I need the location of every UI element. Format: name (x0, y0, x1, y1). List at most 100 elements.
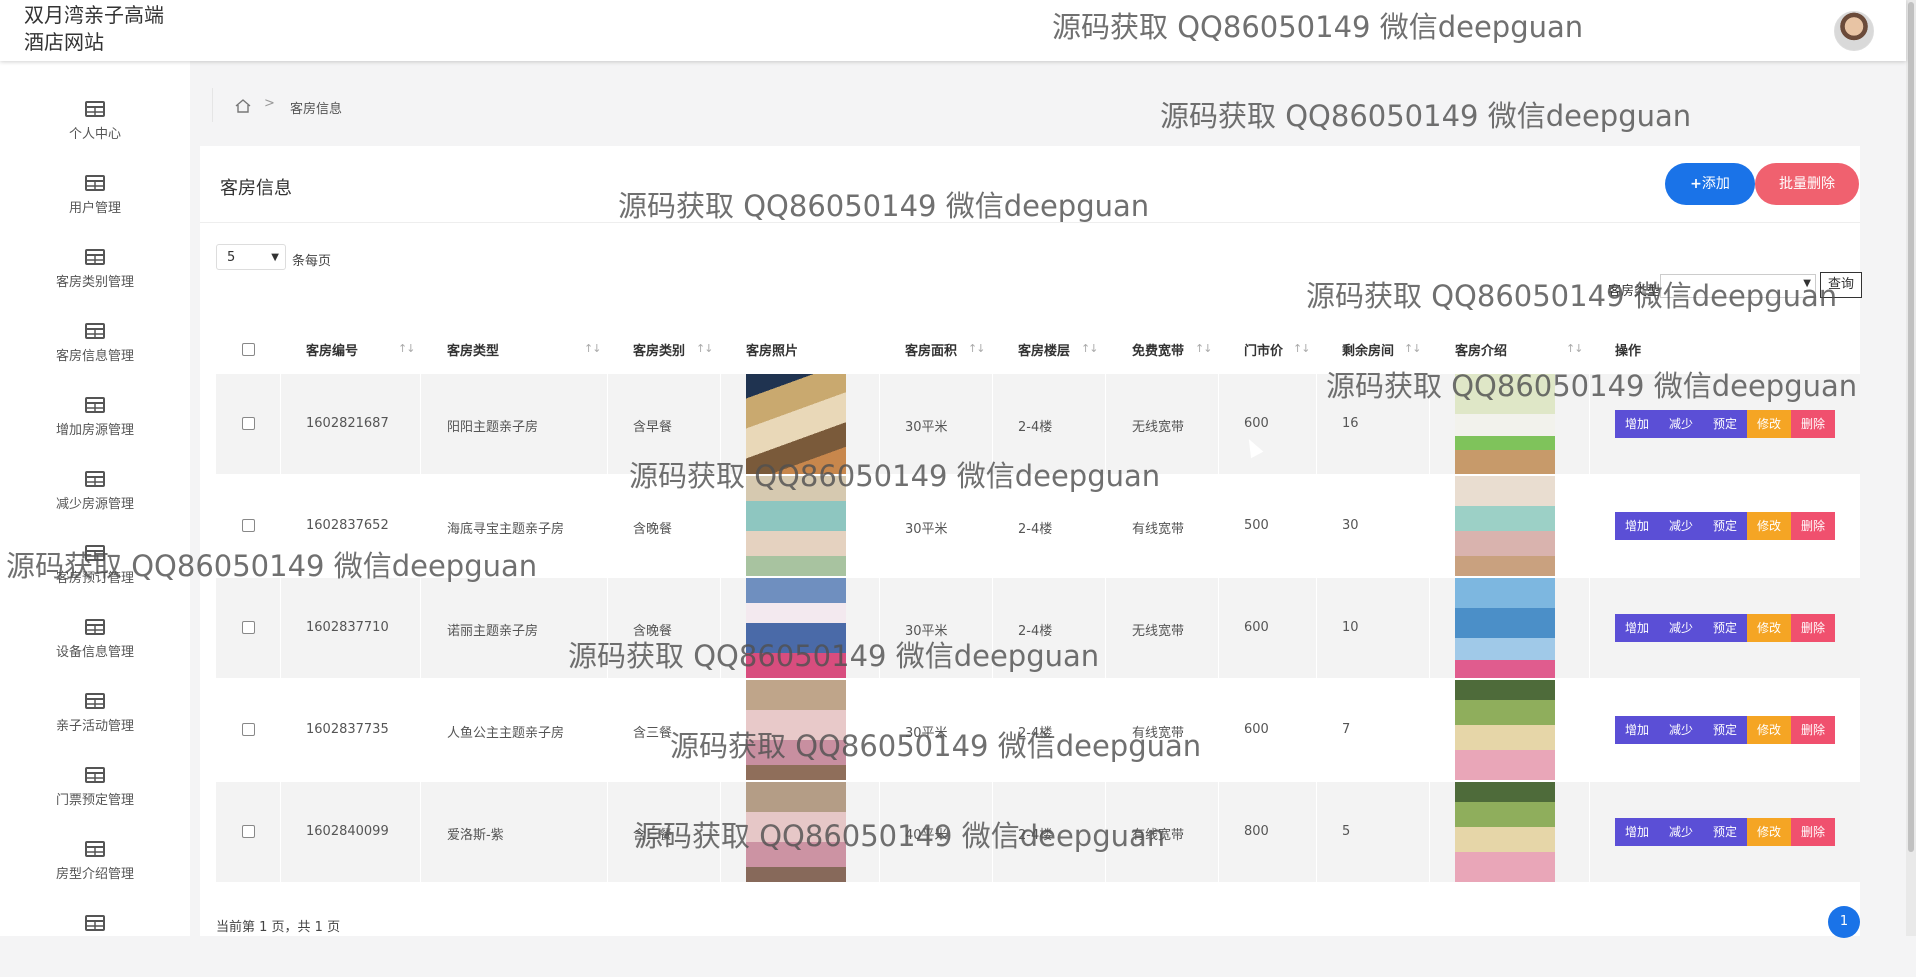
room-type: 阳阳主题亲子房 (447, 420, 539, 435)
column-divider (1316, 782, 1317, 882)
row-checkbox[interactable] (242, 621, 255, 634)
edit-button[interactable]: 修改 (1747, 614, 1791, 642)
room-intro-photo[interactable] (1455, 578, 1555, 678)
row-checkbox[interactable] (242, 825, 255, 838)
row-checkbox[interactable] (242, 723, 255, 736)
room-intro-photo[interactable] (1455, 374, 1555, 474)
sidebar-item-reduce-rooms[interactable]: 减少房源管理 (0, 459, 190, 533)
sort-icon[interactable]: ↑↓ (1081, 342, 1098, 355)
edit-button[interactable]: 修改 (1747, 410, 1791, 438)
column-header[interactable]: 客房类别 (633, 340, 685, 359)
sidebar-item-room-intro[interactable]: 房型介绍管理 (0, 829, 190, 903)
decrease-button[interactable]: 减少 (1659, 716, 1703, 744)
sidebar-item-more[interactable] (0, 903, 190, 977)
decrease-button[interactable]: 减少 (1659, 410, 1703, 438)
sidebar-item-user-management[interactable]: 用户管理 (0, 163, 190, 237)
delete-button[interactable]: 删除 (1791, 716, 1835, 744)
delete-button[interactable]: 删除 (1791, 614, 1835, 642)
sort-icon[interactable]: ↑↓ (968, 342, 985, 355)
reserve-button[interactable]: 预定 (1703, 410, 1747, 438)
reserve-button[interactable]: 预定 (1703, 614, 1747, 642)
room-id: 1602837710 (306, 620, 389, 635)
column-header[interactable]: 客房编号 (306, 340, 358, 359)
page-size-select[interactable]: 5 ▼ (216, 244, 286, 270)
reserve-button[interactable]: 预定 (1703, 512, 1747, 540)
room-photo[interactable] (746, 476, 846, 576)
scrollbar-thumb[interactable] (1908, 2, 1914, 852)
column-header[interactable]: 客房楼层 (1018, 340, 1070, 359)
sidebar-item-room-info[interactable]: 客房信息管理 (0, 311, 190, 385)
room-intro-photo[interactable] (1455, 680, 1555, 780)
room-intro-photo[interactable] (1455, 476, 1555, 576)
reserve-button[interactable]: 预定 (1703, 818, 1747, 846)
query-button[interactable]: 查询 (1820, 272, 1862, 298)
table-icon (85, 175, 105, 191)
column-header[interactable]: 剩余房间 (1342, 340, 1394, 359)
sidebar-item-label: 个人中心 (68, 127, 121, 142)
sort-icon[interactable]: ↑↓ (1293, 342, 1310, 355)
sidebar-item-label: 门票预定管理 (55, 793, 134, 808)
row-checkbox[interactable] (242, 519, 255, 532)
room-photo[interactable] (746, 578, 846, 678)
select-all-checkbox[interactable] (242, 343, 255, 356)
sidebar-item-ticket-booking[interactable]: 门票预定管理 (0, 755, 190, 829)
edit-button[interactable]: 修改 (1747, 512, 1791, 540)
increase-button[interactable]: 增加 (1615, 512, 1659, 540)
sort-icon[interactable]: ↑↓ (1566, 342, 1583, 355)
room-category: 含三餐 (633, 726, 673, 741)
room-intro-photo[interactable] (1455, 782, 1555, 882)
increase-button[interactable]: 增加 (1615, 818, 1659, 846)
decrease-button[interactable]: 减少 (1659, 818, 1703, 846)
sort-icon[interactable]: ↑↓ (398, 342, 415, 355)
column-divider (280, 782, 281, 882)
room-remaining: 7 (1342, 722, 1351, 737)
sidebar-item-label: 设备信息管理 (55, 645, 134, 660)
sidebar-item-family-activity[interactable]: 亲子活动管理 (0, 681, 190, 755)
room-photo[interactable] (746, 374, 846, 474)
column-divider (420, 578, 421, 678)
column-header[interactable]: 客房介绍 (1455, 340, 1507, 359)
row-checkbox[interactable] (242, 417, 255, 430)
sort-icon[interactable]: ↑↓ (1195, 342, 1212, 355)
room-type-filter-select[interactable]: ▼ (1660, 274, 1816, 298)
delete-button[interactable]: 删除 (1791, 818, 1835, 846)
main-panel: 客房信息 +添加 批量删除 5 ▼ 条每页 客房类型 ▼ 查询 客房编号 ↑↓ … (200, 146, 1862, 938)
column-divider (1105, 578, 1106, 678)
table-icon (85, 397, 105, 413)
column-header[interactable]: 门市价 (1244, 340, 1283, 359)
increase-button[interactable]: 增加 (1615, 716, 1659, 744)
plus-icon: + (1690, 176, 1702, 192)
add-button[interactable]: +添加 (1665, 163, 1755, 205)
sidebar-item-room-category[interactable]: 客房类别管理 (0, 237, 190, 311)
edit-button[interactable]: 修改 (1747, 818, 1791, 846)
room-photo[interactable] (746, 680, 846, 780)
sidebar-item-equipment[interactable]: 设备信息管理 (0, 607, 190, 681)
sidebar-item-room-booking[interactable]: 客房预订管理 (0, 533, 190, 607)
page-number-button[interactable]: 1 (1828, 906, 1860, 938)
delete-button[interactable]: 删除 (1791, 410, 1835, 438)
column-header[interactable]: 免费宽带 (1132, 340, 1184, 359)
sort-icon[interactable]: ↑↓ (696, 342, 713, 355)
room-floor: 2-4楼 (1018, 420, 1053, 435)
edit-button[interactable]: 修改 (1747, 716, 1791, 744)
increase-button[interactable]: 增加 (1615, 410, 1659, 438)
user-avatar[interactable] (1834, 11, 1874, 51)
room-photo[interactable] (746, 782, 846, 882)
room-price: 600 (1244, 722, 1269, 737)
room-area: 30平米 (905, 624, 948, 639)
increase-button[interactable]: 增加 (1615, 614, 1659, 642)
sort-icon[interactable]: ↑↓ (1404, 342, 1421, 355)
room-id: 1602837735 (306, 722, 389, 737)
delete-button[interactable]: 删除 (1791, 512, 1835, 540)
column-header[interactable]: 客房面积 (905, 340, 957, 359)
sidebar-item-add-rooms[interactable]: 增加房源管理 (0, 385, 190, 459)
home-icon[interactable] (234, 97, 252, 115)
reserve-button[interactable]: 预定 (1703, 716, 1747, 744)
sort-icon[interactable]: ↑↓ (584, 342, 601, 355)
sidebar-item-personal-center[interactable]: 个人中心 (0, 89, 190, 163)
column-header[interactable]: 客房类型 (447, 340, 499, 359)
batch-delete-button[interactable]: 批量删除 (1755, 163, 1859, 205)
decrease-button[interactable]: 减少 (1659, 614, 1703, 642)
decrease-button[interactable]: 减少 (1659, 512, 1703, 540)
room-type: 爱洛斯-紫 (447, 828, 504, 843)
